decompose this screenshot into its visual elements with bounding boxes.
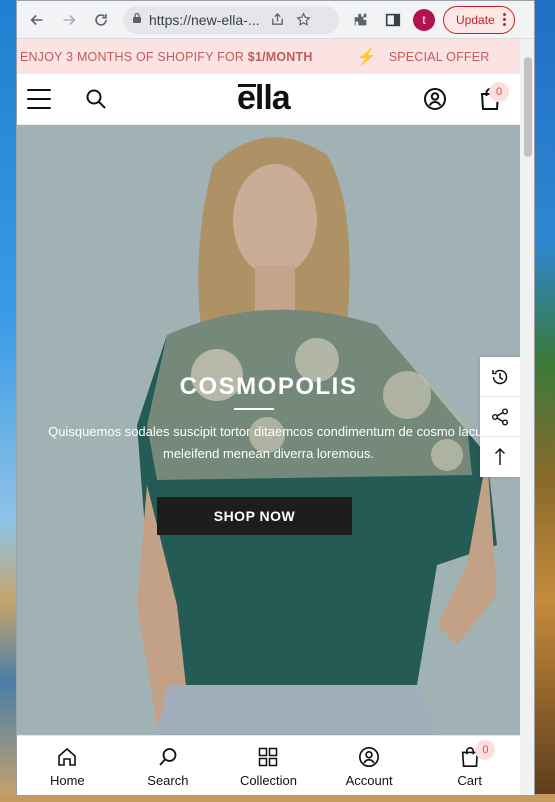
site-header: ella 0	[17, 74, 520, 125]
announcement-text: ENJOY 3 MONTHS OF SHOPIFY FOR $1/MONTH	[20, 49, 313, 64]
url-text: https://new-ella-...	[149, 11, 260, 28]
bottom-nav-collection[interactable]: Collection	[218, 736, 319, 795]
desktop-background-right	[535, 0, 555, 802]
back-icon[interactable]	[25, 8, 49, 32]
recently-viewed-icon[interactable]	[480, 357, 520, 397]
bolt-icon: ⚡	[356, 48, 377, 66]
bottom-nav-label: Home	[49, 773, 85, 788]
more-menu-icon	[502, 13, 506, 26]
lock-icon	[131, 11, 143, 29]
bottom-nav-label: Cart	[457, 773, 482, 788]
browser-window: https://new-ella-... t Update ENJOY 3 MO…	[16, 0, 535, 796]
site-logo[interactable]: ella	[237, 79, 291, 118]
update-button[interactable]: Update	[443, 5, 515, 34]
grid-icon	[259, 747, 278, 767]
bottom-nav-label: Account	[345, 773, 393, 788]
announcement-bar[interactable]: ENJOY 3 MONTHS OF SHOPIFY FOR $1/MONTH ⚡…	[17, 39, 520, 74]
search-icon[interactable]	[85, 88, 107, 110]
browser-toolbar: https://new-ella-... t Update	[17, 1, 534, 39]
hero-divider	[234, 408, 274, 410]
share-icon[interactable]	[480, 397, 520, 437]
cart-count-badge: 0	[489, 82, 509, 102]
account-icon[interactable]	[423, 87, 447, 111]
bottom-nav-label: Collection	[239, 773, 298, 788]
profile-avatar[interactable]: t	[413, 8, 435, 31]
side-panel-icon[interactable]	[381, 8, 405, 32]
address-bar[interactable]: https://new-ella-...	[123, 5, 339, 34]
update-label: Update	[456, 12, 495, 27]
hero-description: Quisquemos sodales suscipit tortor ditae…	[48, 424, 489, 461]
hero-banner[interactable]: COSMOPOLIS Quisquemos sodales suscipit t…	[17, 125, 520, 735]
bottom-nav-cart[interactable]: Cart 0	[419, 736, 520, 795]
cart-count-badge: 0	[475, 740, 496, 760]
reload-icon[interactable]	[89, 8, 113, 32]
page-viewport: ENJOY 3 MONTHS OF SHOPIFY FOR $1/MONTH ⚡…	[17, 39, 520, 795]
bottom-nav-search[interactable]: Search	[118, 736, 219, 795]
announcement-price: $1/MONTH	[247, 49, 313, 64]
shop-now-button[interactable]: SHOP NOW	[157, 497, 352, 535]
side-tools	[480, 357, 520, 477]
extensions-icon[interactable]	[349, 8, 373, 32]
hero-title: COSMOPOLIS	[179, 373, 358, 400]
forward-icon[interactable]	[57, 8, 81, 32]
desktop-background-left	[0, 0, 16, 802]
account-icon	[359, 747, 380, 767]
home-icon	[58, 747, 77, 766]
share-page-icon[interactable]	[267, 10, 287, 30]
scrollbar-thumb[interactable]	[524, 57, 532, 157]
back-to-top-icon[interactable]	[480, 437, 520, 477]
bottom-nav-account[interactable]: Account	[319, 736, 420, 795]
search-icon	[159, 748, 177, 766]
bottom-nav-home[interactable]: Home	[17, 736, 118, 795]
bottom-nav: Home Search Collection Account Cart 0	[17, 735, 520, 795]
bookmark-star-icon[interactable]	[293, 10, 313, 30]
announcement-offer: SPECIAL OFFER	[388, 49, 490, 64]
page-scrollbar[interactable]	[520, 39, 534, 795]
bottom-nav-label: Search	[147, 773, 189, 788]
menu-icon[interactable]	[27, 89, 51, 109]
